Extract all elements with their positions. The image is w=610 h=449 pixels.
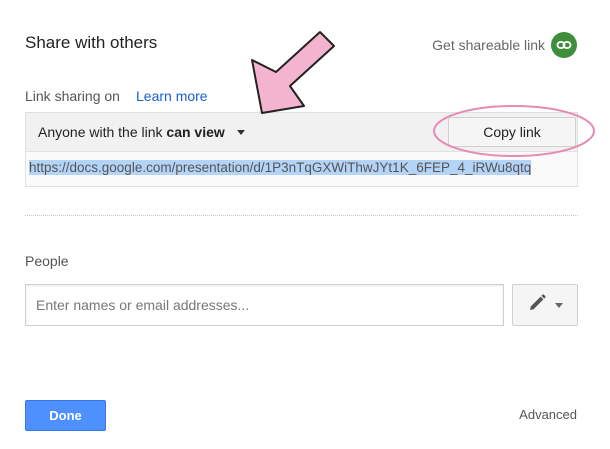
link-panel: Anyone with the link can view Copy link … [25, 112, 578, 187]
people-input[interactable] [25, 284, 504, 326]
access-level-dropdown[interactable]: Anyone with the link can view [38, 124, 245, 140]
advanced-link[interactable]: Advanced [519, 407, 577, 422]
copy-link-button[interactable]: Copy link [448, 117, 576, 147]
get-shareable-link-label: Get shareable link [432, 37, 545, 53]
get-shareable-link-button[interactable]: Get shareable link [432, 32, 577, 58]
dialog-title: Share with others [25, 33, 158, 52]
access-level-text: Anyone with the link can view [38, 124, 225, 140]
link-panel-header: Anyone with the link can view Copy link [26, 113, 577, 152]
people-label: People [25, 253, 69, 269]
access-level-value: can view [166, 124, 225, 140]
link-sharing-status: Link sharing on [25, 88, 120, 104]
share-url-text: https://docs.google.com/presentation/d/1… [29, 160, 532, 175]
pencil-icon [527, 293, 547, 318]
permission-dropdown-button[interactable] [512, 284, 578, 326]
chevron-down-icon [236, 129, 245, 135]
share-dialog: Share with others Get shareable link Lin… [0, 0, 610, 449]
access-prefix: Anyone with the link [38, 124, 167, 140]
done-button[interactable]: Done [25, 400, 106, 431]
share-url-field[interactable]: https://docs.google.com/presentation/d/1… [29, 157, 574, 179]
link-icon [551, 32, 577, 58]
learn-more-link[interactable]: Learn more [136, 88, 208, 104]
chevron-down-icon [555, 302, 563, 308]
section-divider [25, 215, 578, 216]
